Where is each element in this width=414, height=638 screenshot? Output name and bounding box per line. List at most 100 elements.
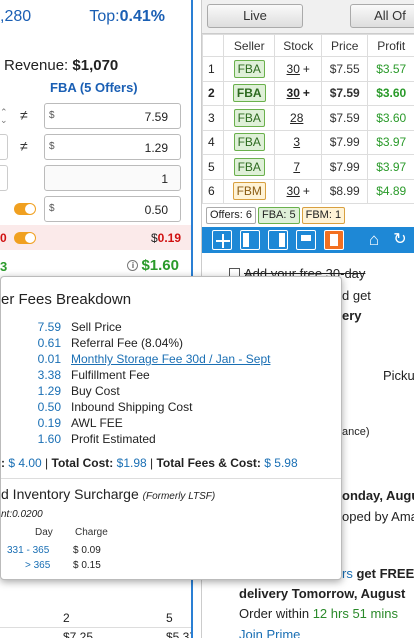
refresh-icon[interactable]: ↻ <box>390 230 410 250</box>
stock-plus: + <box>302 184 310 199</box>
revenue-value: $1,070 <box>72 57 119 74</box>
stock-link[interactable]: 3 <box>293 135 300 149</box>
not-equal-icon[interactable]: ≠ <box>20 138 28 154</box>
stock-link[interactable]: 30 <box>287 62 300 76</box>
stock-link[interactable]: 30 <box>287 86 300 100</box>
storage-fee-link[interactable]: Monthly Storage Fee 30d / Jan - Sept <box>71 352 270 366</box>
row-index: 5 <box>202 154 224 180</box>
offers-count-pill[interactable]: Offers: 6 <box>206 207 256 224</box>
profit-cell: $3.60 <box>367 105 414 131</box>
popup-title: er Fees Breakdown <box>1 291 132 308</box>
price-cell: $8.99 <box>320 178 369 204</box>
stat-cell: 2 <box>63 611 70 625</box>
seller-badge[interactable]: FBA <box>233 108 265 127</box>
table-row[interactable]: 6 FBM 30 + $8.99 $4.89 <box>202 178 414 204</box>
stock-link[interactable]: 7 <box>293 160 300 174</box>
currency-symbol: $ <box>49 203 55 214</box>
profit-value: $1.60 <box>141 257 179 274</box>
seller-badge[interactable]: FBM <box>232 182 266 201</box>
home-icon[interactable]: ⌂ <box>364 230 384 250</box>
table-row[interactable]: 1 FBA 30 + $7.55 $3.57 <box>202 56 414 82</box>
table-row[interactable]: 2 FBA 30 + $7.59 $3.60 <box>202 80 414 106</box>
profit-cell: $3.57 <box>367 56 414 82</box>
table-header: Seller Stock Price Profit <box>202 34 414 57</box>
input-value: 0.50 <box>144 203 168 217</box>
fbm-count-pill[interactable]: FBM: 1 <box>301 207 346 224</box>
stat-cell: 5 <box>166 611 173 625</box>
left-field-stub[interactable] <box>0 134 8 160</box>
col-stock[interactable]: Stock <box>274 34 322 57</box>
spinner-icon[interactable]: ⌃ ⌄ <box>0 108 8 125</box>
col-index <box>202 34 224 57</box>
quantity-input[interactable]: 1 <box>44 165 181 191</box>
fees-breakdown-popup: er Fees Breakdown 7.59 Sell Price 0.61 Ref… <box>0 276 342 580</box>
divider <box>0 627 191 628</box>
shipping-toggle[interactable] <box>14 203 36 215</box>
awl-toggle[interactable] <box>14 232 36 244</box>
dock-top-icon[interactable] <box>296 230 316 250</box>
dock-right-icon[interactable] <box>268 230 288 250</box>
dock-float-icon[interactable] <box>324 230 344 250</box>
total-fees-value: $ 4.00 <box>8 456 42 470</box>
move-icon[interactable] <box>212 230 232 250</box>
delivery-date: onday, Augu <box>342 488 414 503</box>
fee-label: Referral Fee (8.04%) <box>71 336 184 350</box>
fee-amount: 0.19 <box>37 416 61 430</box>
fee-amount: 0.61 <box>37 336 61 350</box>
tab-live[interactable]: Live <box>207 4 303 28</box>
page-text: delivery Tomorrow, August <box>239 586 406 601</box>
left-field-stub[interactable] <box>0 165 8 191</box>
col-price[interactable]: Price <box>320 34 369 57</box>
seller-badge[interactable]: FBA <box>233 157 265 176</box>
totals-line: : $ 4.00 | Total Cost: $1.98 | Total Fee… <box>1 456 298 470</box>
roi-fragment: 3 <box>0 259 8 274</box>
awl-fee-value: $0.19 <box>151 231 181 245</box>
join-prime-link[interactable]: Join Prime <box>239 627 414 638</box>
shipping-input[interactable]: $ 0.50 <box>44 196 181 222</box>
col-profit[interactable]: Profit <box>367 34 414 57</box>
buy-cost-input[interactable]: $ 1.29 <box>44 134 181 160</box>
pickup-tab[interactable]: Picku <box>383 368 414 383</box>
stock-link[interactable]: 30 <box>287 184 300 198</box>
rank-row: ,280 Top:0.41% <box>0 8 191 30</box>
dock-left-icon[interactable] <box>240 230 260 250</box>
surcharge-day: > 365 <box>25 560 51 571</box>
fee-label: Buy Cost <box>71 384 120 398</box>
not-equal-icon[interactable]: ≠ <box>20 107 28 123</box>
stock-plus: + <box>302 86 310 101</box>
currency-symbol: $ <box>49 110 55 121</box>
awl-amount: 0.19 <box>157 231 181 245</box>
top-label: Top: <box>89 8 120 25</box>
info-icon[interactable]: i <box>127 260 139 271</box>
row-index: 3 <box>202 105 224 131</box>
table-row[interactable]: 5 FBA 7 $7.99 $3.97 <box>202 154 414 180</box>
divider <box>1 478 341 479</box>
seller-badge[interactable]: FBA <box>233 59 265 78</box>
table-row[interactable]: 4 FBA 3 $7.99 $3.97 <box>202 129 414 155</box>
prime-link[interactable]: rs <box>342 566 353 581</box>
surcharge-title: d Inventory Surcharge <box>1 486 139 502</box>
tab-all-offers[interactable]: All Of <box>350 4 414 28</box>
sell-price-input[interactable]: $ 7.59 <box>44 103 181 129</box>
col-seller[interactable]: Seller <box>222 34 276 57</box>
fba-offers-link[interactable]: FBA (5 Offers) <box>50 80 138 95</box>
row-index: 6 <box>202 178 224 204</box>
totals-label: : <box>1 456 5 470</box>
surcharge-row: > 365 $ 0.15 <box>1 560 201 574</box>
shipping-row: $ 0.50 <box>0 196 191 224</box>
page-text: d get <box>342 288 371 303</box>
buy-cost-row: ≠ $ 1.29 <box>0 134 191 162</box>
table-row[interactable]: 3 FBA 28 $7.59 $3.60 <box>202 105 414 131</box>
seller-badge[interactable]: FBA <box>233 133 265 152</box>
awl-fee-row: 0 $0.19 <box>0 225 191 250</box>
sales-rank: ,280 <box>0 8 32 25</box>
total-fees-cost-value: $ 5.98 <box>264 456 298 470</box>
stat-cell: $5.37 <box>166 630 191 638</box>
fee-label: Fulfillment Fee <box>71 368 150 382</box>
top-value: 0.41% <box>119 8 165 25</box>
seller-badge[interactable]: FBA <box>232 84 266 103</box>
stock-link[interactable]: 28 <box>290 111 303 125</box>
price-cell: $7.99 <box>320 154 369 180</box>
page-text: get FREE <box>356 566 414 581</box>
fba-count-pill[interactable]: FBA: 5 <box>257 207 300 224</box>
